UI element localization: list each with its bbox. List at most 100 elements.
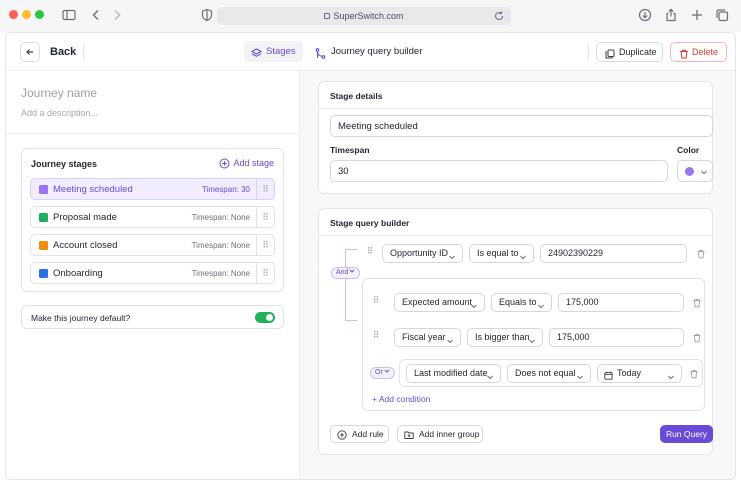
address-bar[interactable]: SuperSwitch.com xyxy=(217,7,511,25)
rule-operator-select[interactable]: Is equal to xyxy=(469,244,534,263)
add-stage-button[interactable]: Add stage xyxy=(219,158,274,169)
rule-operator-value: Equals to xyxy=(499,297,537,307)
chevron-down-icon xyxy=(384,369,390,373)
trash-icon xyxy=(679,47,689,59)
rule-operator-value: Is bigger than xyxy=(475,332,530,342)
color-label: Color xyxy=(677,145,700,155)
default-journey-toggle[interactable] xyxy=(255,312,275,323)
drag-handle-icon[interactable]: ⠿ xyxy=(256,179,274,199)
add-rule-label: Add rule xyxy=(352,429,384,439)
back-arrow-icon[interactable] xyxy=(89,8,103,22)
header-divider xyxy=(588,45,589,59)
trash-icon[interactable] xyxy=(692,333,702,343)
copy-icon xyxy=(605,47,615,59)
maximize-window-button[interactable] xyxy=(35,10,44,19)
arrow-left-icon xyxy=(26,49,33,55)
rule-value-input[interactable]: 175,000 xyxy=(558,293,684,312)
rule-field-select[interactable]: Fiscal year xyxy=(394,328,461,347)
trash-icon[interactable] xyxy=(689,369,699,379)
color-picker-button[interactable] xyxy=(677,160,713,182)
rule-value-input[interactable]: 175,000 xyxy=(549,328,684,347)
drag-handle-icon[interactable]: ⠿ xyxy=(365,246,375,257)
download-icon[interactable] xyxy=(638,8,652,22)
app-window: Back Stages Journey query builder Duplic… xyxy=(5,32,736,480)
rule-field-select[interactable]: Expected amount xyxy=(394,293,485,312)
journey-description-input[interactable]: Add a description... xyxy=(21,108,98,118)
rule-field-select[interactable]: Opportunity ID xyxy=(382,244,463,263)
minimize-window-button[interactable] xyxy=(22,10,31,19)
duplicate-label: Duplicate xyxy=(619,47,657,57)
add-condition-label: Add condition xyxy=(378,394,431,404)
or-label: Or xyxy=(375,369,383,376)
new-tab-icon[interactable] xyxy=(690,8,704,22)
add-inner-group-button[interactable]: Add inner group xyxy=(397,425,483,443)
git-merge-icon xyxy=(315,46,326,59)
trash-icon[interactable] xyxy=(692,298,702,308)
run-query-button[interactable]: Run Query xyxy=(660,425,713,443)
shield-icon[interactable] xyxy=(200,8,214,22)
drag-handle-icon[interactable]: ⠿ xyxy=(256,207,274,227)
chevron-down-icon xyxy=(446,334,454,344)
card-divider xyxy=(319,108,712,109)
drag-handle-icon[interactable]: ⠿ xyxy=(256,235,274,255)
stage-name: Meeting scheduled xyxy=(53,184,133,195)
stage-item-onboarding[interactable]: Onboarding Timespan: None ⠿ xyxy=(30,262,275,284)
rule-operator-select[interactable]: Is bigger than xyxy=(467,328,543,347)
stage-color-swatch xyxy=(39,213,48,222)
drag-handle-icon[interactable]: ⠿ xyxy=(371,295,381,306)
rule-field-value: Opportunity ID xyxy=(390,248,449,258)
inner-rule-group: ⠿ Expected amount Equals to 175,000 ⠿ Fi… xyxy=(362,278,705,411)
trash-icon[interactable] xyxy=(696,249,706,259)
chevron-down-icon xyxy=(528,334,536,344)
add-condition-button[interactable]: + Add condition xyxy=(372,394,430,404)
stage-timespan: Timespan: 30 xyxy=(201,185,250,194)
tab-stages-label: Stages xyxy=(266,46,296,57)
tab-journey-query-builder[interactable]: Journey query builder xyxy=(315,41,422,62)
timespan-input[interactable]: 30 xyxy=(330,160,668,182)
rule-value-input[interactable]: 24902390229 xyxy=(540,244,687,263)
url-text: SuperSwitch.com xyxy=(333,11,404,21)
chevron-down-icon xyxy=(537,299,545,309)
delete-button[interactable]: Delete xyxy=(670,42,727,62)
reload-icon[interactable] xyxy=(493,10,505,22)
and-combinator-toggle[interactable]: And xyxy=(331,267,361,279)
stage-color-swatch xyxy=(39,269,48,278)
sidebar-toggle-icon[interactable] xyxy=(62,8,76,22)
date-value: Today xyxy=(617,368,642,378)
group-bracket-line xyxy=(345,249,346,321)
share-icon[interactable] xyxy=(664,8,678,22)
add-rule-button[interactable]: Add rule xyxy=(330,425,389,443)
stage-color-swatch xyxy=(39,241,48,250)
drag-handle-icon[interactable]: ⠿ xyxy=(371,330,381,341)
stage-timespan: Timespan: None xyxy=(191,269,250,278)
and-label: And xyxy=(336,269,349,276)
journey-name-input[interactable]: Journey name xyxy=(21,86,97,100)
back-button[interactable] xyxy=(20,42,40,62)
default-journey-card: Make this journey default? xyxy=(21,305,284,329)
add-stage-label: Add stage xyxy=(233,158,274,168)
duplicate-button[interactable]: Duplicate xyxy=(596,42,663,62)
close-window-button[interactable] xyxy=(9,10,18,19)
tab-stages[interactable]: Stages xyxy=(244,41,303,62)
stage-color-swatch xyxy=(39,185,48,194)
rule-operator-select[interactable]: Equals to xyxy=(491,293,552,312)
rule-operator-value: Is equal to xyxy=(477,248,519,258)
stage-name-input[interactable]: Meeting scheduled xyxy=(330,115,713,137)
stage-details-card: Stage details Meeting scheduled Timespan… xyxy=(318,81,713,194)
rule-field-select[interactable]: Last modified date xyxy=(406,364,501,383)
stage-timespan: Timespan: None xyxy=(191,213,250,222)
timespan-label: Timespan xyxy=(330,145,370,155)
stage-item-meeting-scheduled[interactable]: Meeting scheduled Timespan: 30 ⠿ xyxy=(30,178,275,200)
journey-stages-card: Journey stages Add stage Meeting schedul… xyxy=(21,148,284,292)
or-combinator-toggle[interactable]: Or xyxy=(370,367,395,379)
drag-handle-icon[interactable]: ⠿ xyxy=(256,263,274,283)
back-label[interactable]: Back xyxy=(50,46,76,58)
default-journey-label: Make this journey default? xyxy=(31,313,131,323)
stage-item-proposal-made[interactable]: Proposal made Timespan: None ⠿ xyxy=(30,206,275,228)
forward-arrow-icon[interactable] xyxy=(110,8,124,22)
stage-query-builder-card: Stage query builder And ⠿ Opportunity ID… xyxy=(318,208,713,455)
rule-operator-select[interactable]: Does not equal xyxy=(507,364,591,383)
date-value-select[interactable]: Today xyxy=(597,364,682,383)
stage-item-account-closed[interactable]: Account closed Timespan: None ⠿ xyxy=(30,234,275,256)
tab-overview-icon[interactable] xyxy=(715,8,729,22)
